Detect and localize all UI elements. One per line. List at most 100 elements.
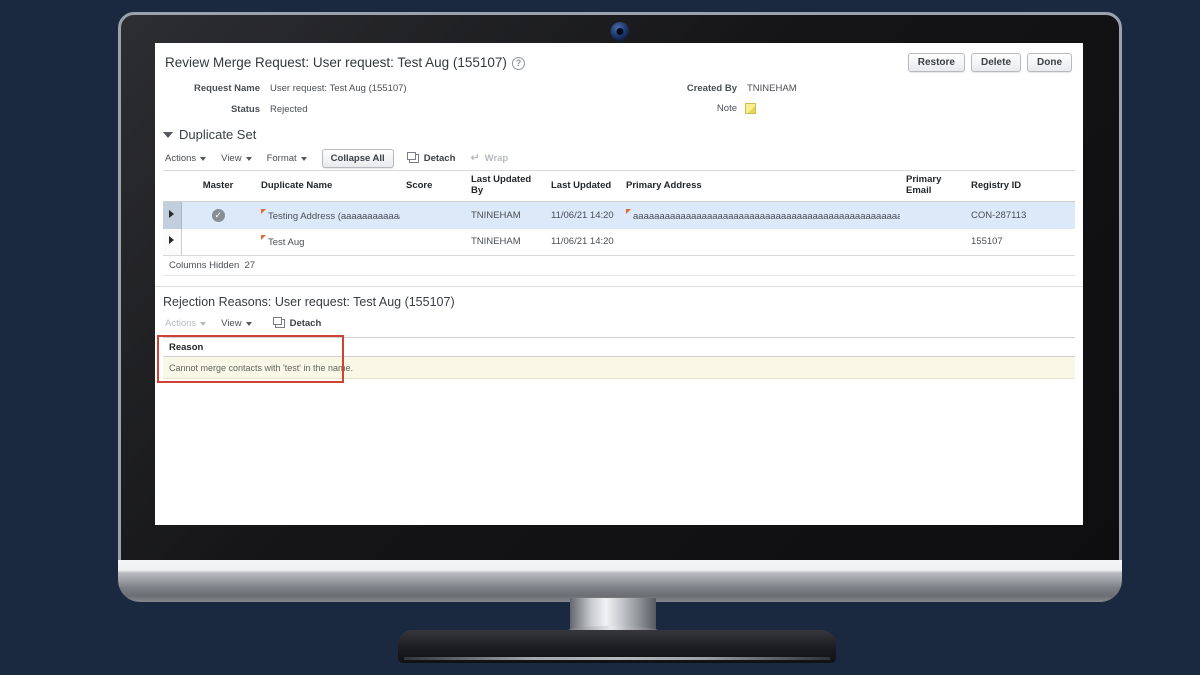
last-updated-cell[interactable]: 11/06/21 14:20 xyxy=(545,202,620,229)
rejection-reasons-toolbar: Actions View Detach xyxy=(165,318,321,329)
format-menu[interactable]: Format xyxy=(267,153,307,164)
screen: Review Merge Request: User request: Test… xyxy=(155,43,1083,525)
created-by-value: TNINEHAM xyxy=(747,83,797,94)
primary-address-cell[interactable] xyxy=(620,229,900,256)
master-cell[interactable] xyxy=(181,229,255,256)
column-header-primary-address[interactable]: Primary Address xyxy=(620,171,900,202)
last-updated-by-cell[interactable]: TNINEHAM xyxy=(465,202,545,229)
column-header-last-updated[interactable]: Last Updated xyxy=(545,171,620,202)
header-action-buttons: Restore Delete Done xyxy=(908,53,1072,72)
duplicate-name-text: Test Aug xyxy=(268,237,304,248)
play-triangle-icon xyxy=(169,210,174,218)
merge-request-app: Review Merge Request: User request: Test… xyxy=(155,43,1083,525)
detach-label: Detach xyxy=(290,318,322,329)
column-header-duplicate-name[interactable]: Duplicate Name xyxy=(255,171,400,202)
row-expand-handle[interactable] xyxy=(163,229,181,256)
actions-menu-label: Actions xyxy=(165,153,196,164)
column-header-last-updated-by[interactable]: Last Updated By xyxy=(465,171,545,202)
format-menu-label: Format xyxy=(267,153,297,164)
chevron-down-icon xyxy=(200,157,206,161)
detach-icon xyxy=(409,154,419,163)
duplicate-set-heading[interactable]: Duplicate Set xyxy=(163,127,256,142)
column-header-master[interactable]: Master xyxy=(181,171,255,202)
primary-address-text: aaaaaaaaaaaaaaaaaaaaaaaaaaaaaaaaaaaaaaaa… xyxy=(633,211,900,222)
actions-menu[interactable]: Actions xyxy=(165,153,206,164)
view-menu-label: View xyxy=(221,153,241,164)
detach-label: Detach xyxy=(424,153,456,164)
request-name-value: User request: Test Aug (155107) xyxy=(270,83,407,94)
registry-id-cell[interactable]: 155107 xyxy=(965,229,1075,256)
primary-email-cell[interactable] xyxy=(900,229,965,256)
duplicate-name-cell[interactable]: Testing Address (aaaaaaaaaaaaa... xyxy=(255,202,400,229)
actions-menu[interactable]: Actions xyxy=(165,318,206,329)
delete-button[interactable]: Delete xyxy=(971,53,1021,72)
page-title: Review Merge Request: User request: Test… xyxy=(165,55,525,70)
primary-email-cell[interactable] xyxy=(900,202,965,229)
detach-icon xyxy=(275,319,285,328)
view-menu[interactable]: View xyxy=(221,153,251,164)
column-header-handle xyxy=(163,171,181,202)
last-updated-by-cell[interactable]: TNINEHAM xyxy=(465,229,545,256)
view-menu-label: View xyxy=(221,318,241,329)
duplicate-set-table: Master Duplicate Name Score Last Updated… xyxy=(163,170,1075,276)
restore-button[interactable]: Restore xyxy=(908,53,965,72)
disclosure-triangle-icon xyxy=(163,132,173,138)
webcam-icon xyxy=(611,22,630,41)
status-value: Rejected xyxy=(270,104,308,115)
score-cell[interactable] xyxy=(400,202,465,229)
table-row[interactable]: Testing Address (aaaaaaaaaaaaa... TNINEH… xyxy=(163,202,1075,229)
created-by-label: Created By xyxy=(667,83,737,94)
note-label: Note xyxy=(667,103,737,114)
table-header-row: Master Duplicate Name Score Last Updated… xyxy=(163,171,1075,202)
chevron-down-icon xyxy=(200,322,206,326)
wrap-label: Wrap xyxy=(485,153,509,164)
last-updated-cell[interactable]: 11/06/21 14:20 xyxy=(545,229,620,256)
columns-hidden-label: Columns Hidden xyxy=(169,260,239,271)
changed-flag-icon xyxy=(261,235,266,240)
column-header-reason[interactable]: Reason xyxy=(163,338,1075,357)
monitor-stand-base xyxy=(398,630,836,663)
columns-hidden-count: 27 xyxy=(245,260,256,271)
page-title-text: Review Merge Request: User request: Test… xyxy=(165,55,507,70)
help-icon[interactable] xyxy=(512,57,525,70)
wrap-icon xyxy=(470,153,479,164)
column-header-primary-email[interactable]: Primary Email xyxy=(900,171,965,202)
duplicate-set-toolbar: Actions View Format Collapse All Detach xyxy=(165,149,508,168)
rejection-reasons-heading: Rejection Reasons: User request: Test Au… xyxy=(163,295,455,309)
collapse-all-button[interactable]: Collapse All xyxy=(322,149,394,168)
reason-header-row: Reason xyxy=(163,338,1075,357)
changed-flag-icon xyxy=(626,209,631,214)
reason-cell[interactable]: Cannot merge contacts with 'test' in the… xyxy=(163,357,1075,379)
request-name-row: Request Name User request: Test Aug (155… xyxy=(165,83,407,94)
chevron-down-icon xyxy=(246,157,252,161)
changed-flag-icon xyxy=(261,209,266,214)
master-cell[interactable] xyxy=(181,202,255,229)
rejection-reasons-table: Reason Cannot merge contacts with 'test'… xyxy=(163,337,1075,379)
play-triangle-icon xyxy=(169,236,174,244)
columns-hidden-cell: Columns Hidden 27 xyxy=(163,256,1075,276)
request-name-label: Request Name xyxy=(165,83,260,94)
column-header-registry-id[interactable]: Registry ID xyxy=(965,171,1075,202)
note-icon[interactable] xyxy=(745,103,756,114)
view-menu[interactable]: View xyxy=(221,318,251,329)
registry-id-cell[interactable]: CON-287113 xyxy=(965,202,1075,229)
status-row: Status Rejected xyxy=(165,104,308,115)
note-row: Note xyxy=(667,103,756,114)
columns-hidden-row: Columns Hidden 27 xyxy=(163,256,1075,276)
check-circle-icon xyxy=(212,209,225,222)
wrap-button[interactable]: Wrap xyxy=(470,153,508,164)
detach-button[interactable]: Detach xyxy=(409,153,456,164)
row-expand-handle[interactable] xyxy=(163,202,181,229)
duplicate-name-cell[interactable]: Test Aug xyxy=(255,229,400,256)
column-header-score[interactable]: Score xyxy=(400,171,465,202)
done-button[interactable]: Done xyxy=(1027,53,1072,72)
table-row[interactable]: Test Aug TNINEHAM 11/06/21 14:20 155107 xyxy=(163,229,1075,256)
table-row[interactable]: Cannot merge contacts with 'test' in the… xyxy=(163,357,1075,379)
primary-address-cell[interactable]: aaaaaaaaaaaaaaaaaaaaaaaaaaaaaaaaaaaaaaaa… xyxy=(620,202,900,229)
duplicate-name-text: Testing Address (aaaaaaaaaaaaa... xyxy=(268,211,400,222)
score-cell[interactable] xyxy=(400,229,465,256)
actions-menu-label: Actions xyxy=(165,318,196,329)
section-divider xyxy=(155,286,1083,287)
created-by-row: Created By TNINEHAM xyxy=(667,83,797,94)
detach-button[interactable]: Detach xyxy=(275,318,322,329)
